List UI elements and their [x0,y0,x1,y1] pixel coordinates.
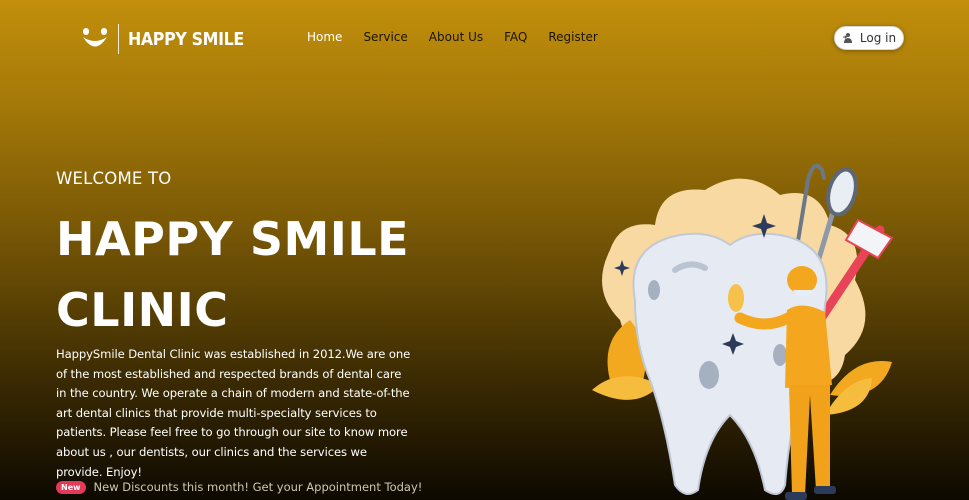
smile-logo-icon [83,28,107,47]
nav-register[interactable]: Register [548,30,597,44]
login-label: Log in [859,31,897,45]
login-button[interactable]: Log in [834,26,904,50]
hero-title-line2: CLINIC [56,283,229,337]
nav-faq[interactable]: FAQ [504,30,527,44]
hero-description: HappySmile Dental Clinic was established… [56,347,411,479]
site-header: HAPPY SMILE Home Service About Us FAQ Re… [0,0,969,78]
promo-banner[interactable]: New New Discounts this month! Get your A… [56,480,422,494]
hero-title: HAPPY SMILE CLINIC [56,204,436,346]
brand[interactable]: HAPPY SMILE [82,22,260,56]
login-arrow-icon [842,33,852,43]
nav-service[interactable]: Service [363,30,407,44]
hero-title-line1: HAPPY SMILE [56,212,410,266]
nav-about-us[interactable]: About Us [429,30,483,44]
promo-text: New Discounts this month! Get your Appoi… [93,480,423,494]
welcome-text: WELCOME TO [56,169,172,188]
new-badge: New [56,480,86,494]
dentist-tooth-illustration [592,163,894,500]
nav-home[interactable]: Home [307,30,342,44]
brand-divider [118,24,119,54]
main-nav: Home Service About Us FAQ Register [307,30,619,44]
brand-name: HAPPY SMILE [128,28,244,50]
